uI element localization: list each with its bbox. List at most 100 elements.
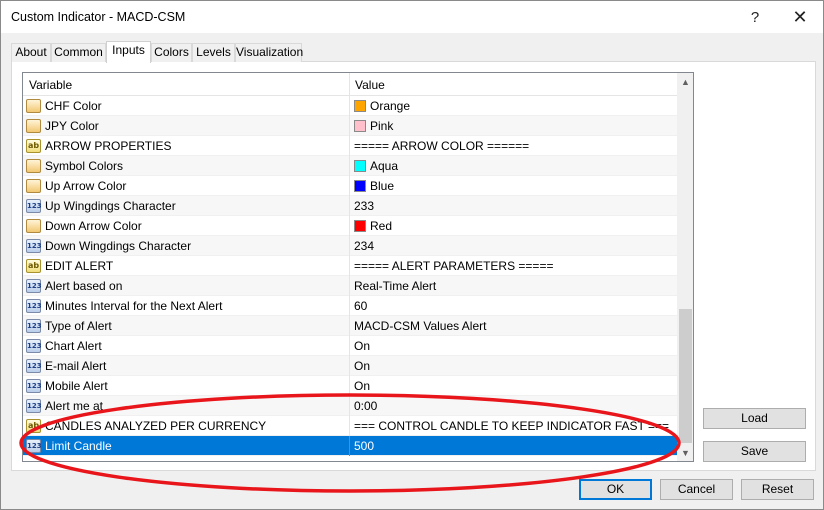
table-row[interactable]: 123 Limit Candle 500	[23, 436, 677, 456]
variable-name: Mobile Alert	[45, 379, 108, 393]
table-row[interactable]: Up Arrow Color Blue	[23, 176, 677, 196]
table-row[interactable]: 123 Mobile Alert On	[23, 376, 677, 396]
color-param-icon	[26, 179, 41, 193]
variable-value[interactable]: Blue	[354, 179, 394, 193]
variable-name: Up Wingdings Character	[45, 199, 176, 213]
variable-value-text: ===== ARROW COLOR ======	[354, 139, 530, 153]
tab-visualization[interactable]: Visualization	[235, 43, 303, 62]
variable-value[interactable]: Real-Time Alert	[354, 279, 436, 293]
variable-value-text: Red	[370, 219, 393, 233]
table-row[interactable]: 123 E-mail Alert On	[23, 356, 677, 376]
variable-name: CHF Color	[45, 99, 102, 113]
variable-value-text: 60	[354, 299, 368, 313]
variable-name: EDIT ALERT	[45, 259, 114, 273]
column-separator[interactable]	[349, 73, 350, 96]
variable-value[interactable]: Aqua	[354, 159, 398, 173]
variable-value-text: 500	[354, 439, 375, 453]
variable-value-text: On	[354, 359, 371, 373]
variable-name: Chart Alert	[45, 339, 102, 353]
variable-name: Alert based on	[45, 279, 123, 293]
variable-value[interactable]: MACD-CSM Values Alert	[354, 319, 486, 333]
variable-value[interactable]: Pink	[354, 119, 393, 133]
table-row[interactable]: Symbol Colors Aqua	[23, 156, 677, 176]
cell-divider	[349, 116, 350, 136]
column-header-value[interactable]: Value	[355, 78, 385, 92]
color-swatch	[354, 180, 366, 192]
variable-value-text: === CONTROL CANDLE TO KEEP INDICATOR FAS…	[354, 419, 669, 433]
scroll-down-icon[interactable]: ▼	[677, 444, 693, 461]
cancel-button[interactable]: Cancel	[660, 479, 733, 500]
tab-about[interactable]: About	[11, 43, 51, 62]
window-title: Custom Indicator - MACD-CSM	[11, 10, 186, 24]
table-row[interactable]: 123 Chart Alert On	[23, 336, 677, 356]
variable-value[interactable]: === CONTROL CANDLE TO KEEP INDICATOR FAS…	[354, 419, 669, 433]
cell-divider	[349, 256, 350, 276]
variable-name: ARROW PROPERTIES	[45, 139, 172, 153]
cell-divider	[349, 196, 350, 216]
variable-value-text: Orange	[370, 99, 411, 113]
vertical-scrollbar[interactable]: ▲ ▼	[677, 73, 693, 461]
reset-button[interactable]: Reset	[741, 479, 814, 500]
variable-value[interactable]: On	[354, 339, 370, 353]
variable-name: CANDLES ANALYZED PER CURRENCY	[45, 419, 267, 433]
ok-button[interactable]: OK	[579, 479, 652, 500]
variable-value-text: 234	[354, 239, 375, 253]
variable-value-text: ===== ALERT PARAMETERS =====	[354, 259, 554, 273]
string-param-icon: ab	[26, 259, 41, 273]
tab-inputs[interactable]: Inputs	[106, 41, 151, 63]
color-param-icon	[26, 119, 41, 133]
variable-value[interactable]: 0:00	[354, 399, 377, 413]
cell-divider	[349, 296, 350, 316]
variable-name: Limit Candle	[45, 439, 112, 453]
color-param-icon	[26, 219, 41, 233]
save-button[interactable]: Save	[703, 441, 806, 462]
variable-name: Minutes Interval for the Next Alert	[45, 299, 223, 313]
variable-name: E-mail Alert	[45, 359, 107, 373]
variable-name: Type of Alert	[45, 319, 112, 333]
table-row[interactable]: Down Arrow Color Red	[23, 216, 677, 236]
table-row[interactable]: 123 Type of Alert MACD-CSM Values Alert	[23, 316, 677, 336]
variable-value[interactable]: Red	[354, 219, 392, 233]
variable-value[interactable]: 500	[354, 439, 374, 453]
scroll-up-icon[interactable]: ▲	[677, 73, 693, 90]
table-row[interactable]: ab EDIT ALERT ===== ALERT PARAMETERS =====	[23, 256, 677, 276]
table-row[interactable]: ab CANDLES ANALYZED PER CURRENCY === CONTR…	[23, 416, 677, 436]
scrollbar-thumb[interactable]	[679, 309, 692, 443]
variable-value[interactable]: Orange	[354, 99, 410, 113]
tab-colors[interactable]: Colors	[151, 43, 192, 62]
variable-value[interactable]: On	[354, 379, 370, 393]
number-param-icon: 123	[26, 439, 42, 453]
cell-divider	[349, 236, 350, 256]
variable-value[interactable]: On	[354, 359, 370, 373]
table-row[interactable]: 123 Alert me at 0:00	[23, 396, 677, 416]
variable-value-text: Pink	[370, 119, 394, 133]
tab-common[interactable]: Common	[51, 43, 106, 62]
number-param-icon: 123	[26, 299, 42, 313]
table-row[interactable]: JPY Color Pink	[23, 116, 677, 136]
close-button[interactable]: ✕	[783, 5, 817, 29]
variable-name: Down Arrow Color	[45, 219, 142, 233]
cell-divider	[349, 316, 350, 336]
color-swatch	[354, 160, 366, 172]
variable-value[interactable]: 60	[354, 299, 367, 313]
dialog-window: Custom Indicator - MACD-CSM ? ✕ About Co…	[0, 0, 824, 510]
variable-value[interactable]: 233	[354, 199, 374, 213]
column-header-variable[interactable]: Variable	[29, 78, 72, 92]
number-param-icon: 123	[26, 279, 42, 293]
table-row[interactable]: CHF Color Orange	[23, 96, 677, 116]
inputs-grid[interactable]: Variable Value CHF Color Orange JPY Color P…	[22, 72, 694, 462]
table-row[interactable]: 123 Alert based on Real-Time Alert	[23, 276, 677, 296]
variable-value[interactable]: ===== ARROW COLOR ======	[354, 139, 529, 153]
cell-divider	[349, 136, 350, 156]
table-row[interactable]: 123 Minutes Interval for the Next Alert 60	[23, 296, 677, 316]
table-row[interactable]: 123 Down Wingdings Character 234	[23, 236, 677, 256]
help-button[interactable]: ?	[738, 5, 772, 29]
variable-value[interactable]: ===== ALERT PARAMETERS =====	[354, 259, 553, 273]
tab-levels[interactable]: Levels	[192, 43, 235, 62]
table-row[interactable]: 123 Up Wingdings Character 233	[23, 196, 677, 216]
load-button[interactable]: Load	[703, 408, 806, 429]
table-row[interactable]: ab ARROW PROPERTIES ===== ARROW COLOR ====…	[23, 136, 677, 156]
color-param-icon	[26, 99, 41, 113]
variable-value[interactable]: 234	[354, 239, 374, 253]
variable-value-text: Blue	[370, 179, 395, 193]
